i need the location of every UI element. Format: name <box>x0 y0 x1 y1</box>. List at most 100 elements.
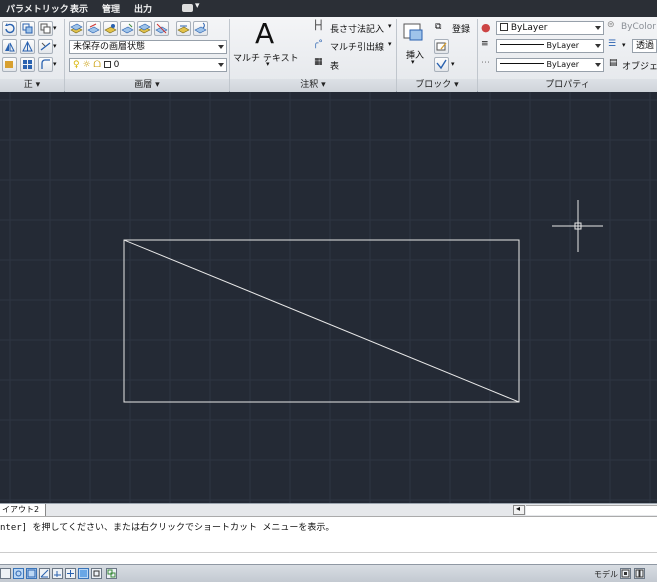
lineweight-display-icon[interactable] <box>91 568 102 579</box>
layer-freeze-icon[interactable] <box>137 21 152 36</box>
camera-icon[interactable] <box>182 4 193 12</box>
chevron-down-icon <box>218 63 224 67</box>
rotate-icon[interactable] <box>2 21 17 36</box>
chevron-down-icon <box>595 44 601 48</box>
selection-cycling-icon[interactable] <box>106 568 117 579</box>
layer-properties-icon[interactable] <box>69 21 84 36</box>
chevron-down-icon[interactable]: ▾ <box>53 24 57 32</box>
polar-tracking-icon[interactable] <box>39 568 50 579</box>
insert-button[interactable]: 挿入 <box>406 48 424 61</box>
chevron-down-icon[interactable]: ▾ <box>388 40 392 48</box>
modify-panel-title[interactable]: 正 ▾ <box>0 79 64 92</box>
drawing-svg[interactable] <box>0 92 657 503</box>
attribute-icon[interactable] <box>434 57 449 72</box>
horizontal-scrollbar[interactable] <box>526 505 657 515</box>
color-swatch-icon <box>103 61 111 68</box>
layers-panel-title[interactable]: 画層 ▾ <box>65 79 229 92</box>
chevron-down-icon <box>595 63 601 67</box>
create-block-button[interactable]: 登録 <box>452 22 470 35</box>
chevron-left-icon: ◂ <box>516 504 521 513</box>
transparency-field[interactable]: 透過 <box>632 39 657 53</box>
linetype-icon[interactable]: ⋯ <box>481 58 490 68</box>
multileader-button[interactable]: マルチ引出線 <box>330 40 384 53</box>
object-button[interactable]: オブジェク <box>622 59 657 72</box>
scroll-left-button[interactable]: ◂ <box>513 504 525 515</box>
list-icon[interactable]: ☰ <box>608 39 616 49</box>
grid <box>0 92 657 503</box>
chevron-down-icon <box>595 26 601 30</box>
mtext-icon[interactable]: A <box>255 17 274 50</box>
stretch-icon[interactable] <box>38 39 53 54</box>
object-snap-icon[interactable] <box>13 568 24 579</box>
layer-unisolate-icon[interactable] <box>120 21 135 36</box>
annotation-panel-title[interactable]: 注釈 ▾ <box>230 79 396 92</box>
chevron-down-icon[interactable]: ▾ <box>451 60 455 68</box>
modify-panel-label: 正 <box>23 80 33 90</box>
insert-block-icon[interactable] <box>401 21 427 45</box>
table-icon[interactable]: ▦ <box>314 57 323 67</box>
properties-panel-title[interactable]: プロパティ <box>478 79 657 92</box>
chevron-down-icon[interactable]: ▾ <box>53 60 57 68</box>
lineweight-value: ByLayer <box>546 60 580 69</box>
layer-dropdown[interactable]: ♀ ☼ ᗝ 0 <box>69 58 227 72</box>
block-panel-title[interactable]: ブロック ▾ <box>397 79 477 92</box>
menu-parametric[interactable]: パラメトリック <box>6 2 69 15</box>
command-line[interactable]: nter] を押してください、または右クリックでショートカット メニューを表示。 <box>0 516 657 564</box>
chevron-down-icon[interactable]: ▾ <box>53 42 57 50</box>
sun-icon: ☼ <box>82 60 91 70</box>
multileader-icon[interactable]: ╭° <box>313 39 323 49</box>
model-space-label[interactable]: モデル <box>594 569 618 580</box>
array-icon[interactable] <box>20 57 35 72</box>
tab-layout2[interactable]: イアウト2 <box>0 504 47 516</box>
diagonal-line[interactable] <box>123 239 520 403</box>
chevron-down-icon[interactable]: ▾ <box>195 1 200 11</box>
dimension-icon[interactable]: ├┤ <box>313 21 324 31</box>
menu-manage[interactable]: 管理 <box>102 2 120 15</box>
dimension-button[interactable]: 長さ寸法記入 <box>330 22 384 35</box>
ortho-mode-icon[interactable] <box>65 568 76 579</box>
create-block-icon[interactable]: ⧉ <box>435 22 441 32</box>
color-wheel-icon[interactable]: ● <box>481 21 491 34</box>
edit-block-icon[interactable] <box>434 39 449 54</box>
quick-view-layouts-icon[interactable] <box>620 568 631 579</box>
mirror-icon[interactable] <box>2 39 17 54</box>
object-tracking-icon[interactable] <box>52 568 63 579</box>
color-dropdown[interactable]: ByLayer <box>496 21 604 35</box>
bycolor-button[interactable]: ByColor <box>621 22 656 32</box>
scale-icon[interactable] <box>20 39 35 54</box>
layer-state-dropdown[interactable]: 未保存の画層状態 <box>69 40 227 54</box>
lineweight-dropdown[interactable]: ByLayer <box>496 58 604 72</box>
properties-panel-label: プロパティ <box>545 80 590 90</box>
linetype-dropdown[interactable]: ByLayer <box>496 39 604 53</box>
bycolor-icon[interactable]: ⊜ <box>607 20 615 30</box>
ribbon: ▾ ▾ ▾ 正 ▾ 未保存の画層状態 ♀ ☼ ᗝ 0 画層 ▾ A マルチ テキ… <box>0 17 657 92</box>
lineweight-icon[interactable]: ≡ <box>481 39 489 49</box>
fillet-icon[interactable] <box>2 57 17 72</box>
layer-previous-icon[interactable] <box>193 21 208 36</box>
table-button[interactable]: 表 <box>330 59 339 72</box>
object-icon[interactable]: ▤ <box>609 58 618 68</box>
offset-icon[interactable] <box>38 57 53 72</box>
snap-mode-icon[interactable] <box>0 568 11 579</box>
drawing-canvas[interactable] <box>0 92 657 503</box>
layer-off-icon[interactable] <box>154 21 169 36</box>
chevron-down-icon[interactable]: ▾ <box>622 41 626 49</box>
copy-icon[interactable] <box>38 21 53 36</box>
crosshair-cursor-icon <box>552 200 603 252</box>
menu-view[interactable]: 表示 <box>70 2 88 15</box>
quick-view-drawings-icon[interactable] <box>634 568 645 579</box>
layer-match-icon[interactable] <box>176 21 191 36</box>
layer-isolate-icon[interactable] <box>103 21 118 36</box>
grid-display-icon[interactable] <box>26 568 37 579</box>
lightbulb-icon: ♀ <box>73 60 80 70</box>
menu-output[interactable]: 出力 <box>134 2 152 15</box>
layer-state-icon[interactable] <box>86 21 101 36</box>
chevron-down-icon[interactable]: ▾ <box>266 60 270 68</box>
trim-icon[interactable] <box>20 21 35 36</box>
chevron-down-icon[interactable]: ▾ <box>388 22 392 30</box>
dynamic-input-icon[interactable] <box>78 568 89 579</box>
color-value: ByLayer <box>510 23 548 33</box>
layers-panel-label: 画層 <box>134 80 153 90</box>
color-swatch-icon <box>500 23 508 31</box>
chevron-down-icon[interactable]: ▾ <box>411 58 415 66</box>
